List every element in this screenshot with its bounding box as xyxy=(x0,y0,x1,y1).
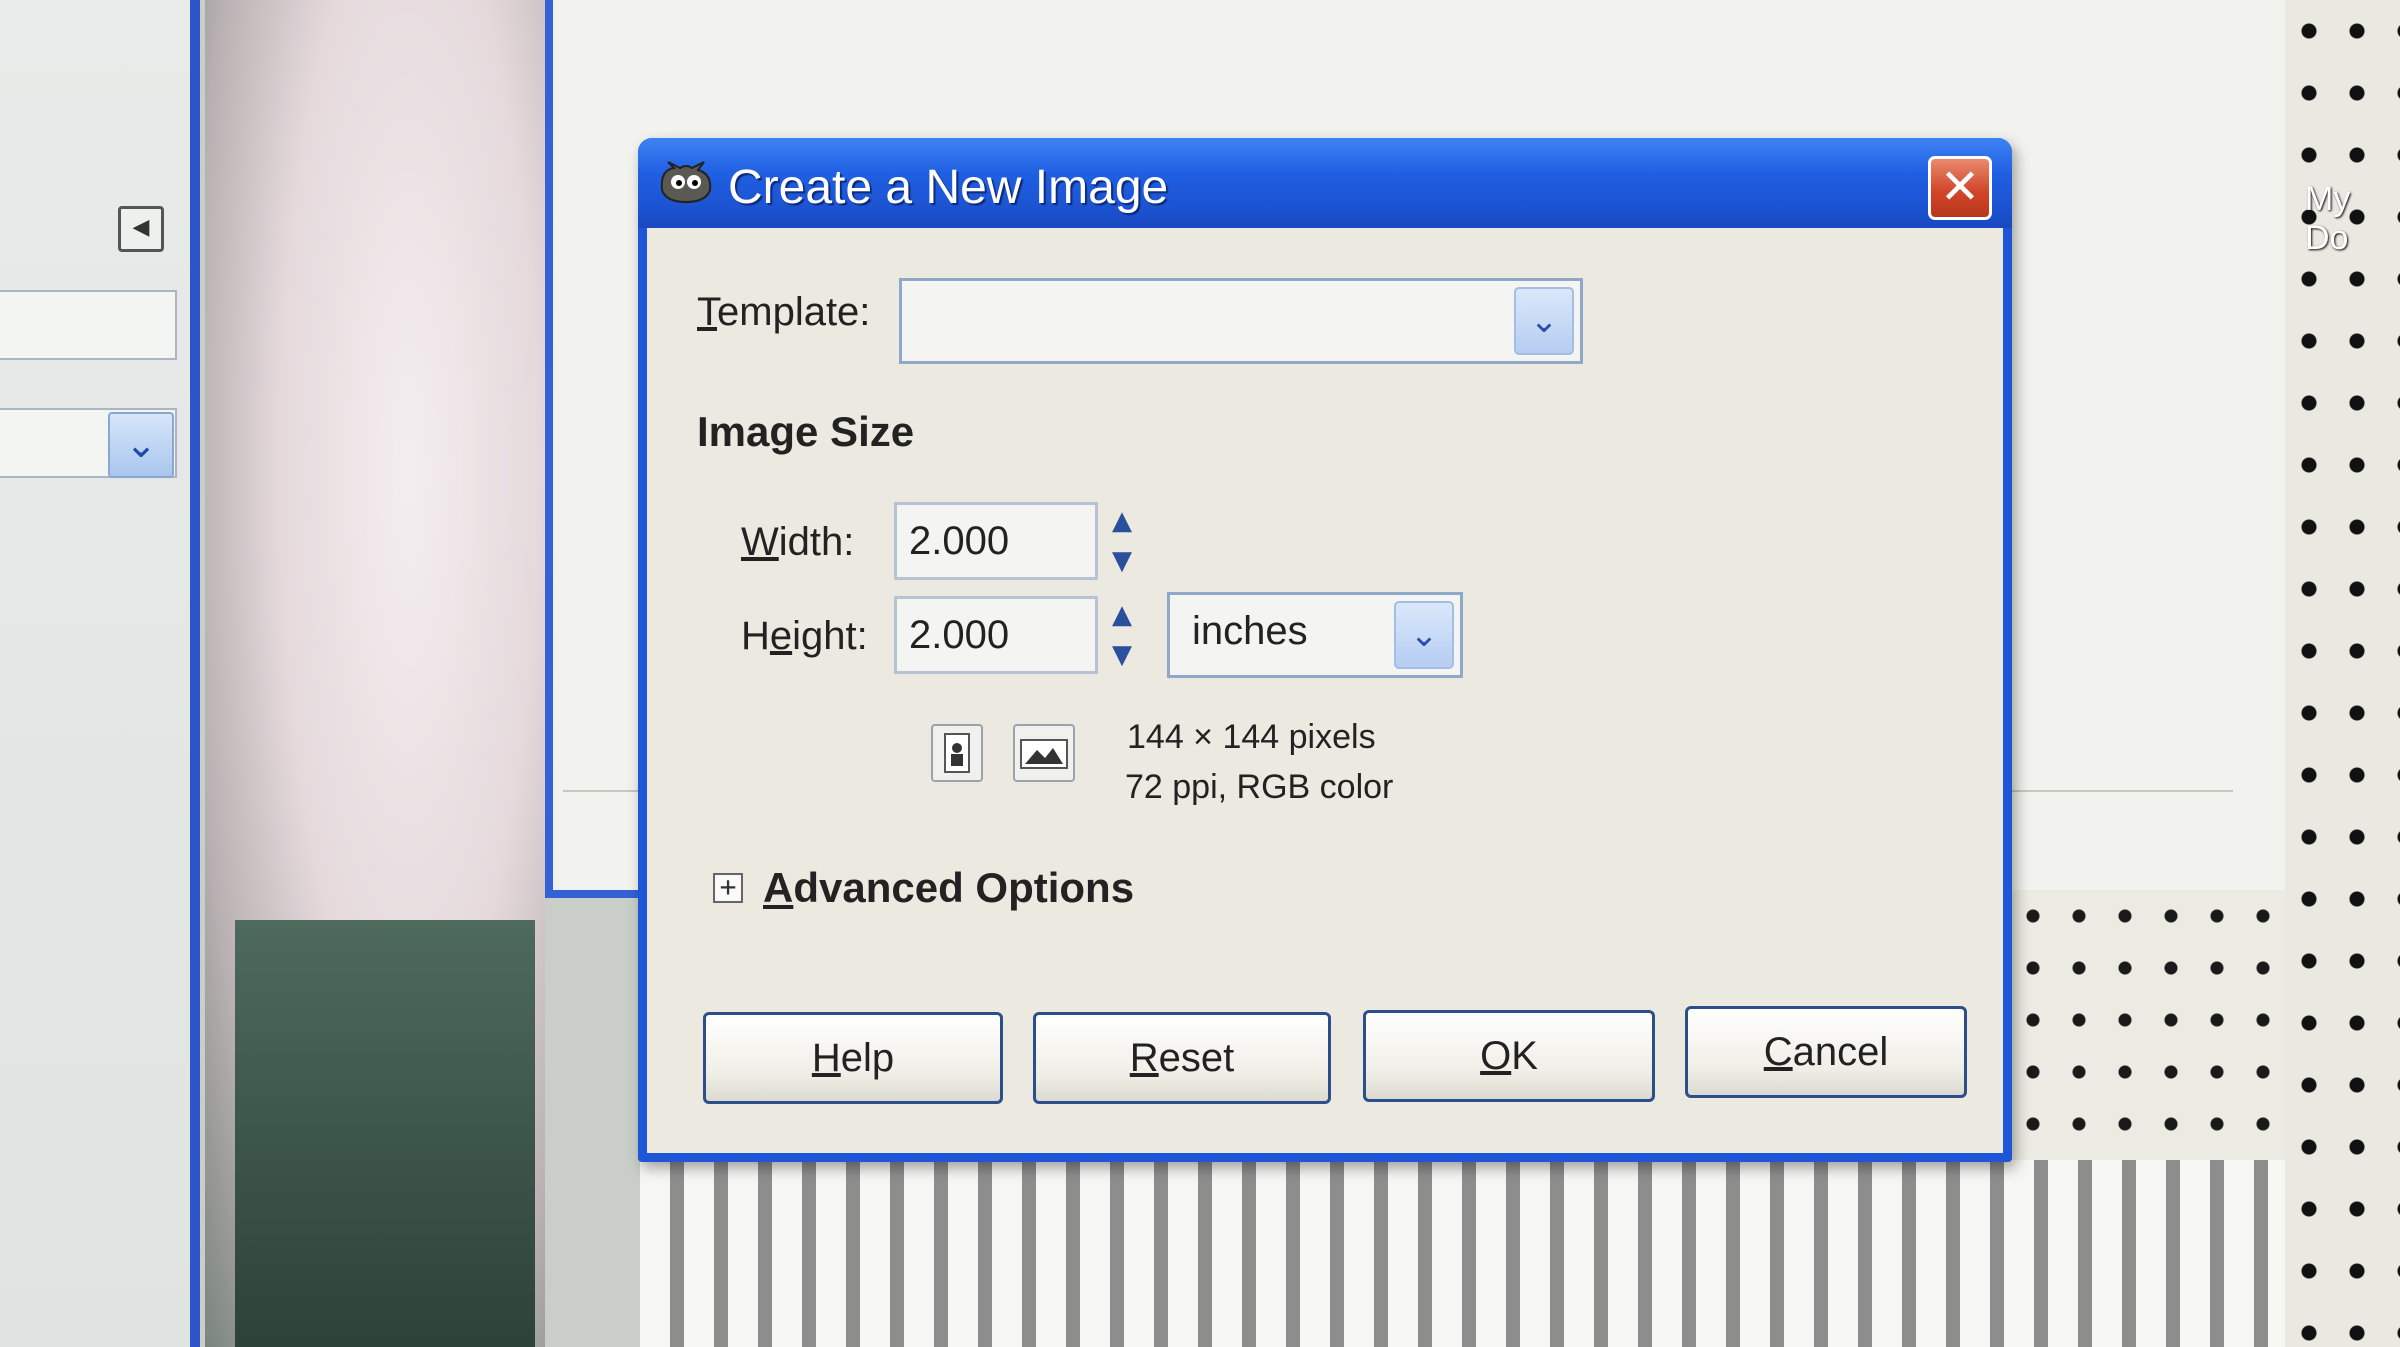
width-label: Width: xyxy=(741,520,855,564)
ok-button[interactable]: OK xyxy=(1363,1010,1655,1102)
gimp-app-icon xyxy=(660,161,712,204)
resolution-info: 72 ppi, RGB color xyxy=(1125,768,1394,806)
close-button[interactable]: ✕ xyxy=(1928,156,1992,220)
landscape-button[interactable] xyxy=(1013,724,1075,782)
unit-value: inches xyxy=(1192,609,1308,653)
increment-up-icon[interactable]: ▲ xyxy=(1102,502,1142,540)
image-size-heading: Image Size xyxy=(697,408,915,455)
increment-up-icon[interactable]: ▲ xyxy=(1102,596,1142,634)
help-button[interactable]: Help xyxy=(703,1012,1003,1104)
landscape-icon xyxy=(1020,739,1068,769)
background-left-panel: ◀ ⌄ xyxy=(0,0,200,1347)
collapse-arrow-icon[interactable]: ◀ xyxy=(118,206,164,252)
unit-combo[interactable]: inches ⌄ xyxy=(1167,592,1463,678)
desktop-icon-label[interactable]: My Do xyxy=(2305,180,2400,258)
height-input[interactable] xyxy=(894,596,1098,674)
height-label: Height: xyxy=(741,614,868,658)
background-floor xyxy=(640,1160,2285,1347)
decrement-down-icon[interactable]: ▼ xyxy=(1102,636,1142,674)
width-spinner[interactable]: ▲ ▼ xyxy=(1102,502,1142,580)
expand-plus-icon[interactable]: + xyxy=(713,873,743,903)
chevron-down-icon[interactable]: ⌄ xyxy=(108,412,174,478)
advanced-options-expander[interactable]: Advanced Options xyxy=(763,864,1134,912)
decrement-down-icon[interactable]: ▼ xyxy=(1102,542,1142,580)
reset-button[interactable]: Reset xyxy=(1033,1012,1331,1104)
chevron-down-icon[interactable]: ⌄ xyxy=(1394,601,1454,669)
dialog-content: Template: ⌄ Image Size Width: ▲ ▼ Height… xyxy=(647,228,2003,1153)
chevron-down-icon[interactable]: ⌄ xyxy=(1514,287,1574,355)
close-icon: ✕ xyxy=(1939,159,1981,215)
portrait-icon xyxy=(944,733,970,773)
portrait-button[interactable] xyxy=(931,724,983,782)
create-new-image-dialog: Create a New Image ✕ Template: ⌄ Image S… xyxy=(638,138,2012,1162)
dialog-titlebar[interactable]: Create a New Image ✕ xyxy=(638,138,2012,228)
background-photo xyxy=(205,0,545,1347)
height-spinner[interactable]: ▲ ▼ xyxy=(1102,596,1142,674)
dialog-title: Create a New Image xyxy=(728,161,1169,214)
width-input[interactable] xyxy=(894,502,1098,580)
background-pegboard xyxy=(2010,890,2285,1160)
template-combo[interactable]: ⌄ xyxy=(899,278,1583,364)
cancel-button[interactable]: Cancel xyxy=(1685,1006,1967,1098)
background-text-field[interactable] xyxy=(0,290,177,360)
pixels-info: 144 × 144 pixels xyxy=(1127,718,1376,756)
template-label: Template: xyxy=(697,290,871,334)
